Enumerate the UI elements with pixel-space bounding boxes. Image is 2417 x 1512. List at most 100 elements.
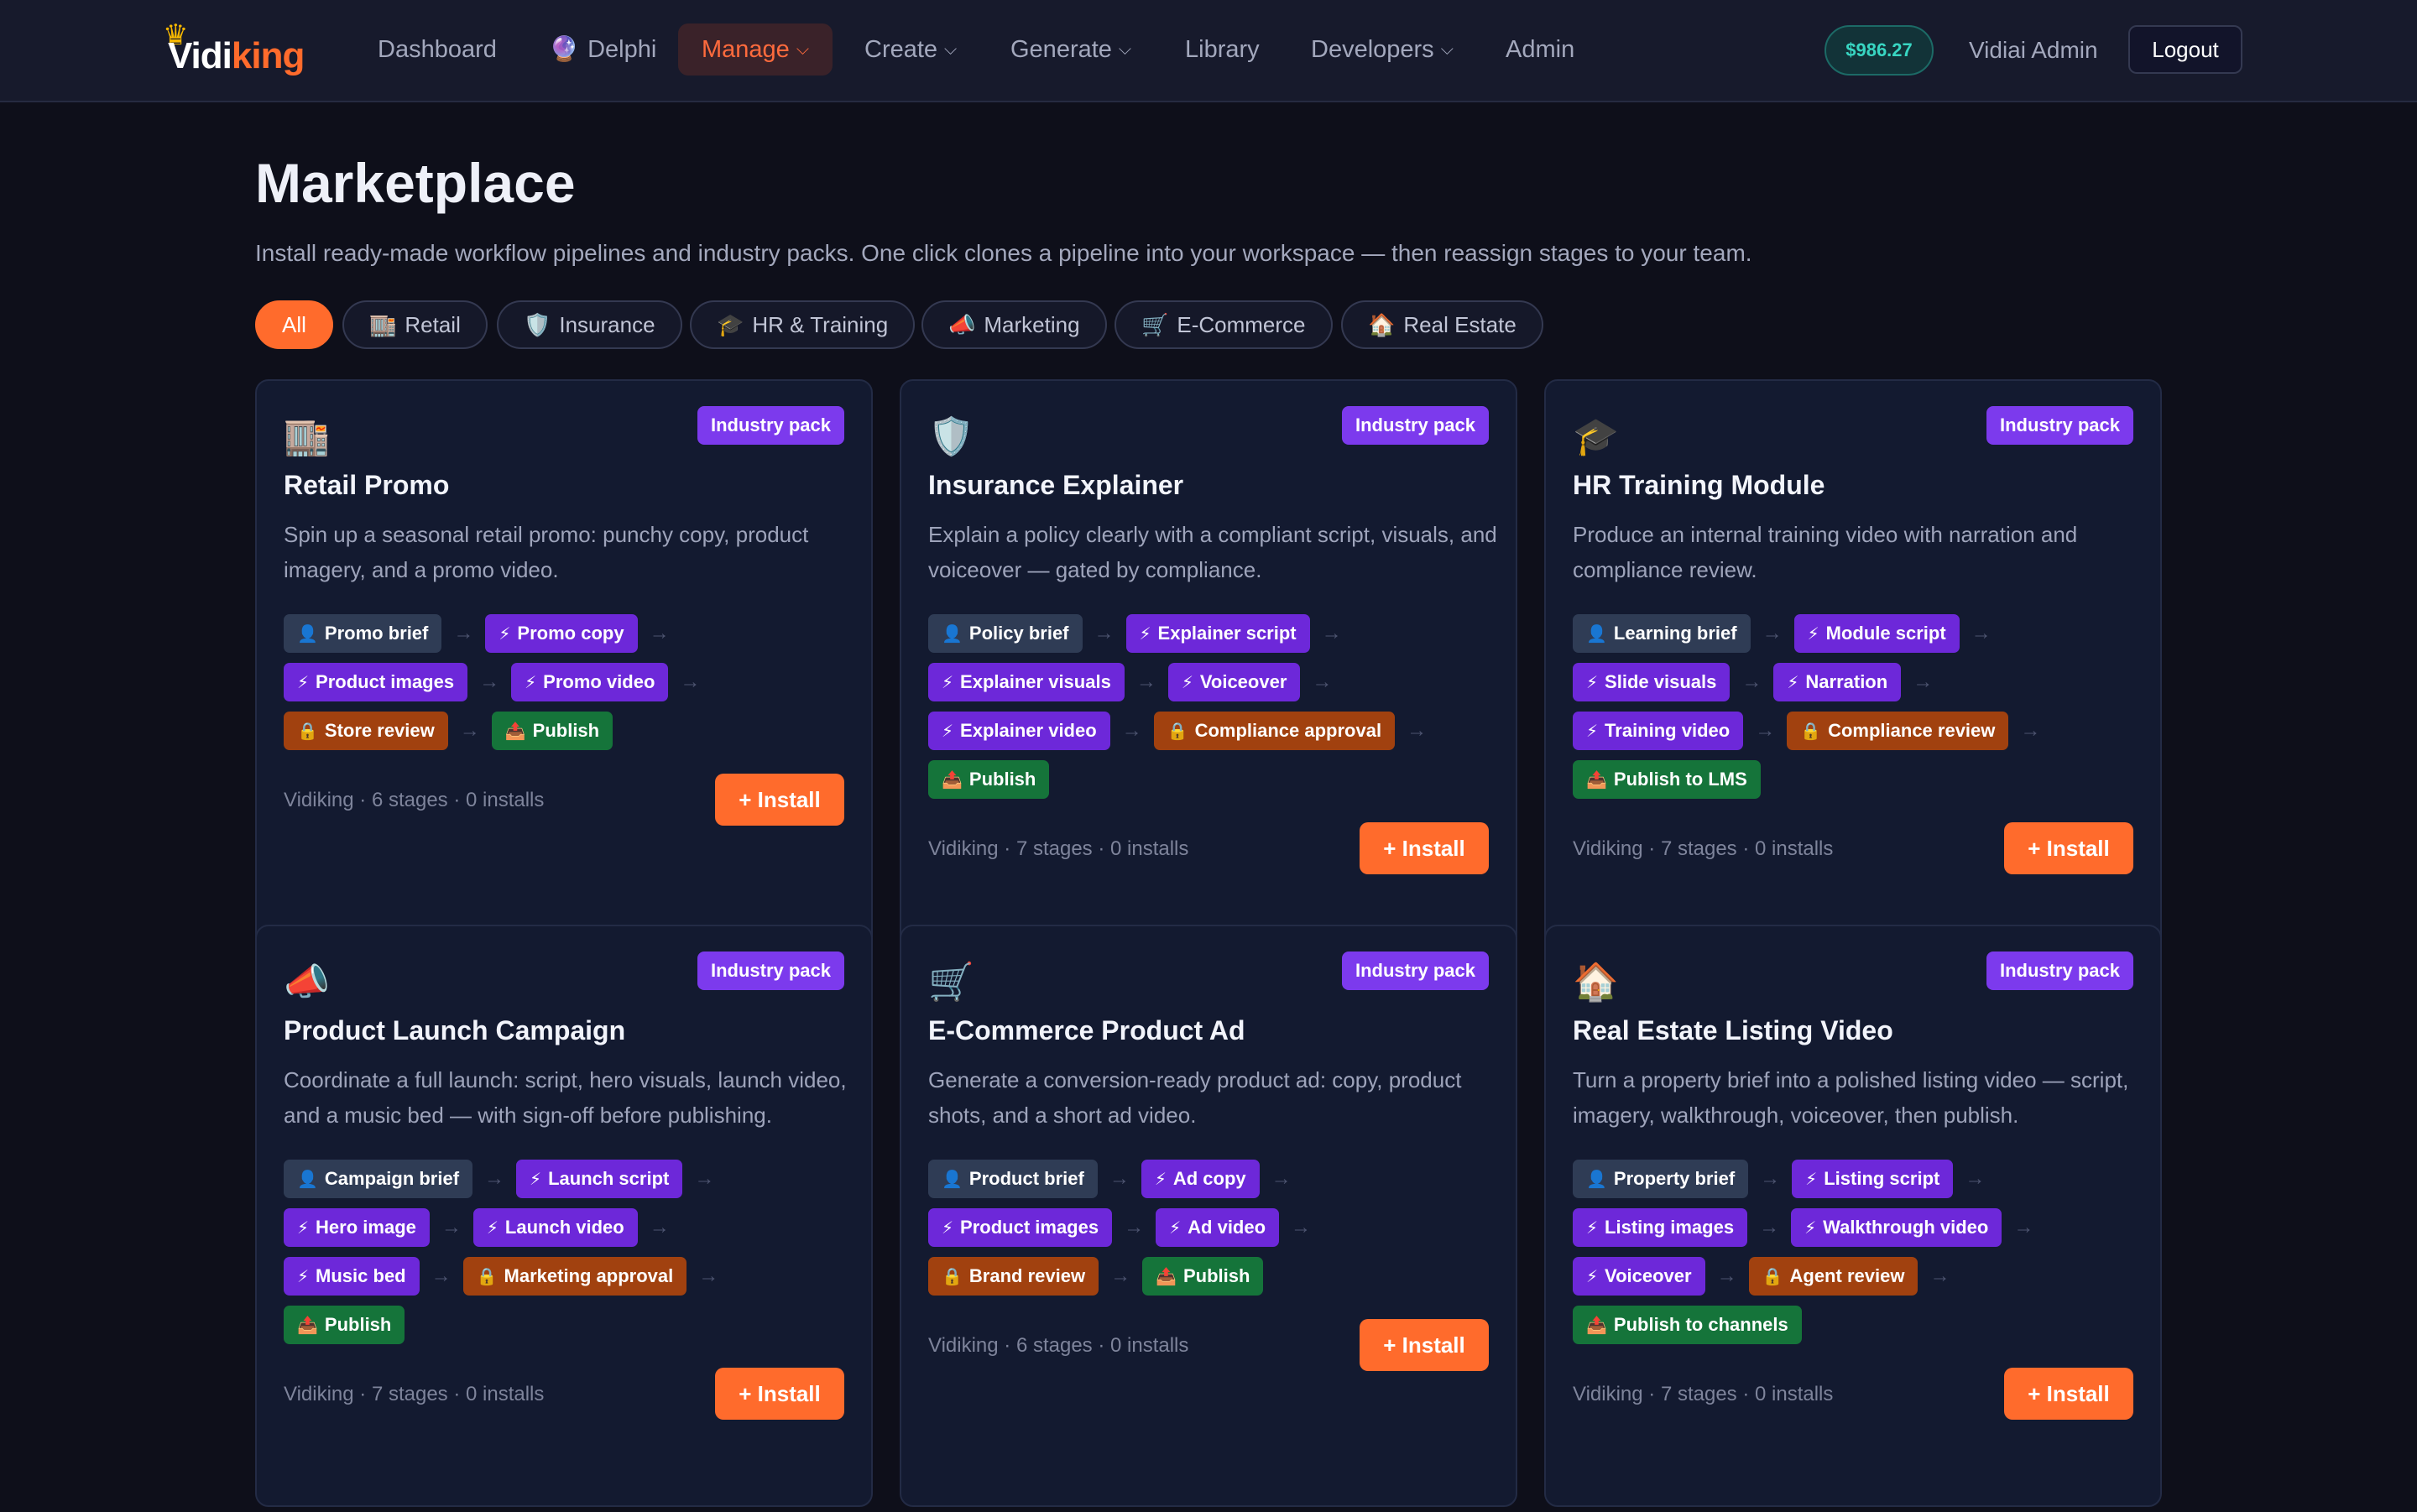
lock-icon: 🔒 — [1762, 1268, 1783, 1286]
pipeline-card: 🎓 Industry pack HR Training Module Produce … — [1544, 379, 2162, 962]
arrow-right-icon: → — [1124, 1216, 1145, 1238]
install-button[interactable]: + Install — [1360, 822, 1489, 874]
arrow-right-icon: → — [1741, 670, 1762, 693]
user-name[interactable]: Vidiai Admin — [1969, 25, 2098, 76]
outbox-icon: 📤 — [1586, 1316, 1607, 1335]
store-icon: 🏬 — [284, 416, 330, 457]
lock-icon: 🔒 — [1167, 722, 1188, 741]
install-button[interactable]: + Install — [715, 1368, 844, 1420]
filter-chip-real-estate[interactable]: 🏠 Real Estate — [1341, 300, 1543, 349]
stage-chip: 📤 Publish — [284, 1306, 405, 1344]
stage-chip: ⚡ Music bed — [284, 1257, 420, 1296]
stage-chip: ⚡ Explainer video — [928, 712, 1110, 750]
install-button[interactable]: + Install — [2004, 822, 2133, 874]
filter-chip-all[interactable]: All — [255, 300, 333, 349]
stage-label: Product images — [316, 671, 455, 692]
stage-chip: ⚡ Promo copy — [485, 614, 638, 653]
nav-item-manage[interactable]: Manage ⌵ — [678, 23, 833, 76]
stage-chip: ⚡ Voiceover — [1167, 663, 1301, 701]
arrow-right-icon: → — [431, 1264, 452, 1287]
stage-chip: 🔒 Agent review — [1748, 1257, 1918, 1296]
nav-item-admin[interactable]: Admin — [1482, 23, 1598, 76]
balance-badge[interactable]: $986.27 — [1824, 25, 1934, 76]
outbox-icon: 📤 — [942, 771, 963, 790]
nav-item-label: Manage — [702, 36, 790, 63]
arrow-right-icon: → — [1271, 1167, 1292, 1190]
card-title: Insurance Explainer — [928, 470, 1184, 500]
lightning-icon: ⚡ — [1586, 1219, 1599, 1238]
stage-label: Music bed — [316, 1265, 406, 1286]
filter-chip-insurance[interactable]: 🛡️ Insurance — [497, 300, 682, 349]
stage-label: Publish to channels — [1613, 1314, 1788, 1335]
lightning-icon: ⚡ — [942, 1219, 954, 1238]
arrow-right-icon: → — [441, 1216, 462, 1238]
nav-item-label: Create — [864, 36, 938, 63]
stage-label: Launch video — [504, 1217, 624, 1238]
outbox-icon: 📤 — [504, 722, 526, 741]
stage-pipeline: 👤 Product brief → ⚡ Ad copy → ⚡ Product images →… — [928, 1155, 1507, 1301]
card-description: Explain a policy clearly with a complian… — [928, 522, 1497, 582]
card-title: Retail Promo — [284, 470, 450, 500]
filter-chip-label: Insurance — [559, 312, 655, 337]
outbox-icon: 📤 — [1586, 771, 1607, 790]
stage-chip: ⚡ Launch video — [472, 1208, 638, 1247]
industry-pack-badge: Industry pack — [697, 952, 844, 990]
stage-chip: ⚡ Walkthrough video — [1791, 1208, 2002, 1247]
chevron-down-icon: ⌵ — [1440, 40, 1454, 59]
brand-logo[interactable]: ♛ Vidiking — [163, 19, 305, 81]
arrow-right-icon: → — [1121, 719, 1142, 742]
filter-chip-e-commerce[interactable]: 🛒 E-Commerce — [1115, 300, 1333, 349]
stage-label: Store review — [324, 720, 435, 741]
arrow-right-icon: → — [1965, 1167, 1986, 1190]
stage-chip: 👤 Learning brief — [1573, 614, 1751, 653]
install-button[interactable]: + Install — [2004, 1368, 2133, 1420]
nav-item-create[interactable]: Create ⌵ — [841, 23, 980, 76]
lightning-icon: ⚡ — [1787, 674, 1799, 692]
arrow-right-icon: → — [698, 1264, 719, 1287]
nav-item-label: Admin — [1506, 36, 1575, 63]
card-title: Real Estate Listing Video — [1573, 1015, 1893, 1045]
graduation-cap-icon: 🎓 — [1573, 416, 1619, 457]
pipeline-card: 🏠 Industry pack Real Estate Listing Video T… — [1544, 925, 2162, 1507]
stage-chip: 📤 Publish to LMS — [1573, 760, 1761, 799]
arrow-right-icon: → — [1913, 670, 1934, 693]
filter-chip-label: HR & Training — [752, 312, 889, 337]
stage-chip: ⚡ Module script — [1793, 614, 1960, 653]
stage-chip: ⚡ Promo video — [511, 663, 669, 701]
filter-chip-hr-training[interactable]: 🎓 HR & Training — [690, 300, 916, 349]
stage-label: Learning brief — [1613, 623, 1737, 644]
filter-chip-label: E-Commerce — [1177, 312, 1306, 337]
nav-item-label: Dashboard — [378, 36, 497, 63]
stage-chip: ⚡ Training video — [1573, 712, 1744, 750]
stage-label: Hero image — [316, 1217, 416, 1238]
lightning-icon: ⚡ — [1169, 1219, 1182, 1238]
filter-chip-retail[interactable]: 🏬 Retail — [342, 300, 488, 349]
filter-chip-marketing[interactable]: 📣 Marketing — [921, 300, 1107, 349]
nav-item-generate[interactable]: Generate ⌵ — [987, 23, 1155, 76]
card-meta: Vidiking · 7 stages · 0 installs — [1573, 837, 1834, 860]
arrow-right-icon: → — [1109, 1167, 1130, 1190]
nav-item-dashboard[interactable]: Dashboard — [354, 23, 520, 76]
person-icon: 👤 — [1586, 625, 1607, 644]
stage-label: Publish — [1182, 1265, 1250, 1286]
stage-chip: ⚡ Explainer script — [1125, 614, 1310, 653]
lock-icon: 🔒 — [297, 722, 318, 741]
stage-label: Ad copy — [1172, 1168, 1246, 1189]
stage-pipeline: 👤 Property brief → ⚡ Listing script → ⚡ Listing… — [1573, 1155, 2152, 1349]
install-button[interactable]: + Install — [715, 774, 844, 826]
install-button[interactable]: + Install — [1360, 1319, 1489, 1371]
stage-label: Publish to LMS — [1613, 769, 1747, 790]
industry-pack-badge: Industry pack — [1986, 406, 2133, 445]
arrow-right-icon: → — [479, 670, 500, 693]
lock-icon: 🔒 — [942, 1268, 963, 1286]
nav-item-delphi[interactable]: 🔮 Delphi — [525, 23, 680, 76]
stage-chip: 👤 Campaign brief — [284, 1160, 473, 1198]
lightning-icon: ⚡ — [1586, 722, 1599, 741]
arrow-right-icon: → — [649, 1216, 670, 1238]
stage-chip: 🔒 Marketing approval — [462, 1257, 687, 1296]
arrow-right-icon: → — [2013, 1216, 2034, 1238]
page-subtitle: Install ready-made workflow pipelines an… — [255, 240, 1752, 266]
logout-button[interactable]: Logout — [2128, 25, 2242, 74]
nav-item-developers[interactable]: Developers ⌵ — [1287, 23, 1477, 76]
nav-item-library[interactable]: Library — [1162, 23, 1283, 76]
